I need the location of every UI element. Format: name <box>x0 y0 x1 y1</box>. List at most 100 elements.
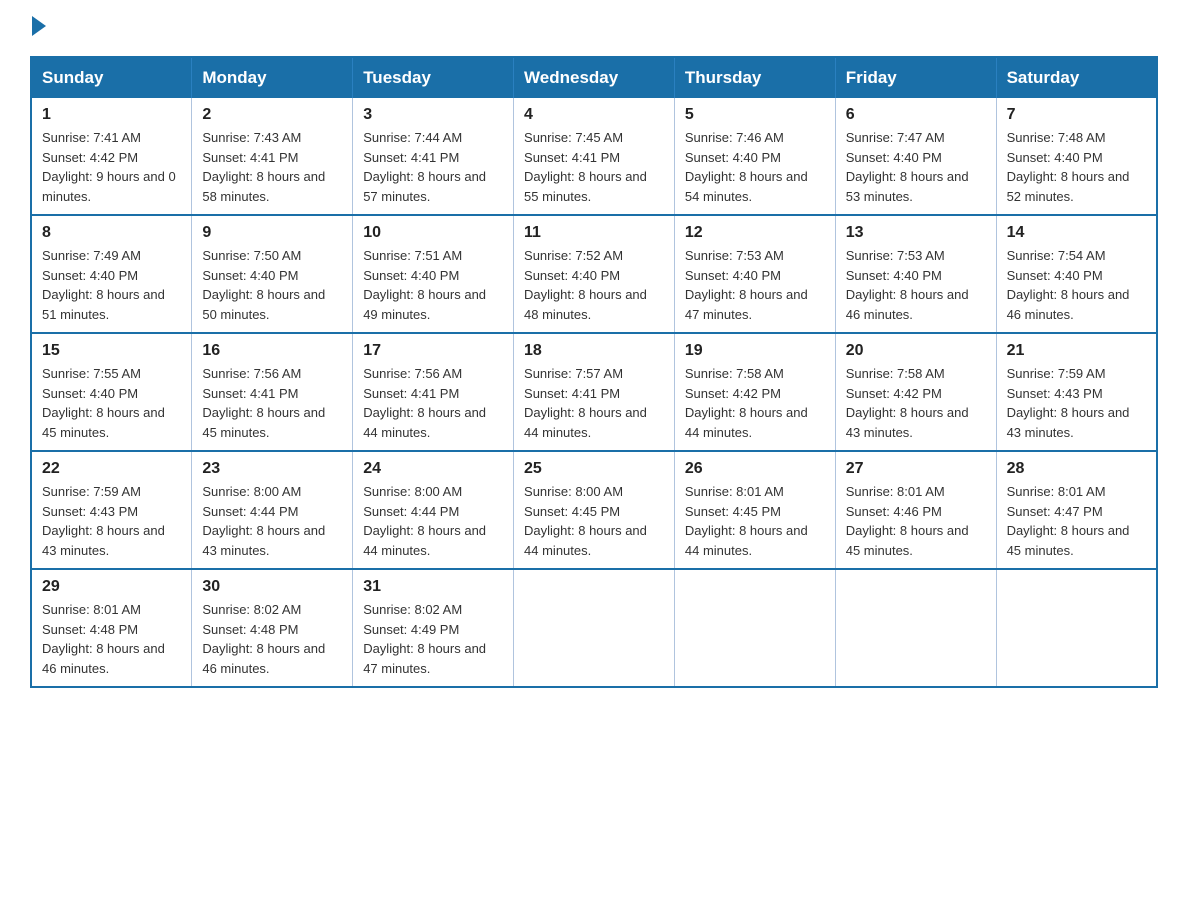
day-number: 21 <box>1007 342 1146 360</box>
calendar-cell: 29 Sunrise: 8:01 AMSunset: 4:48 PMDayligh… <box>31 569 192 687</box>
day-info: Sunrise: 7:53 AMSunset: 4:40 PMDaylight:… <box>846 246 986 324</box>
day-number: 25 <box>524 460 664 478</box>
day-number: 22 <box>42 460 181 478</box>
day-number: 12 <box>685 224 825 242</box>
calendar-cell: 3Sunrise: 7:44 AMSunset: 4:41 PMDaylight… <box>353 98 514 215</box>
page-header <box>30 20 1158 36</box>
day-info: Sunrise: 7:59 AMSunset: 4:43 PMDaylight:… <box>42 482 181 560</box>
day-number: 6 <box>846 106 986 124</box>
day-number: 7 <box>1007 106 1146 124</box>
calendar-cell: 15 Sunrise: 7:55 AMSunset: 4:40 PMDayligh… <box>31 333 192 451</box>
calendar-cell: 7 Sunrise: 7:48 AMSunset: 4:40 PMDaylight… <box>996 98 1157 215</box>
day-info: Sunrise: 7:57 AMSunset: 4:41 PMDaylight:… <box>524 364 664 442</box>
day-info: Sunrise: 7:50 AMSunset: 4:40 PMDaylight:… <box>202 246 342 324</box>
calendar-cell: 24 Sunrise: 8:00 AMSunset: 4:44 PMDayligh… <box>353 451 514 569</box>
calendar-body: 1 Sunrise: 7:41 AMSunset: 4:42 PMDaylight… <box>31 98 1157 687</box>
calendar-cell: 19 Sunrise: 7:58 AMSunset: 4:42 PMDayligh… <box>674 333 835 451</box>
calendar-cell: 27 Sunrise: 8:01 AMSunset: 4:46 PMDayligh… <box>835 451 996 569</box>
day-info: Sunrise: 7:46 AMSunset: 4:40 PMDaylight:… <box>685 128 825 206</box>
calendar-week-row: 22 Sunrise: 7:59 AMSunset: 4:43 PMDayligh… <box>31 451 1157 569</box>
day-info: Sunrise: 7:54 AMSunset: 4:40 PMDaylight:… <box>1007 246 1146 324</box>
day-number: 31 <box>363 578 503 596</box>
day-info: Sunrise: 7:56 AMSunset: 4:41 PMDaylight:… <box>363 364 503 442</box>
calendar-cell: 6Sunrise: 7:47 AMSunset: 4:40 PMDaylight… <box>835 98 996 215</box>
calendar-cell <box>674 569 835 687</box>
calendar-cell: 12 Sunrise: 7:53 AMSunset: 4:40 PMDayligh… <box>674 215 835 333</box>
day-number: 18 <box>524 342 664 360</box>
calendar-cell: 5 Sunrise: 7:46 AMSunset: 4:40 PMDaylight… <box>674 98 835 215</box>
logo <box>30 20 46 36</box>
calendar-cell: 14 Sunrise: 7:54 AMSunset: 4:40 PMDayligh… <box>996 215 1157 333</box>
day-info: Sunrise: 7:56 AMSunset: 4:41 PMDaylight:… <box>202 364 342 442</box>
calendar-cell <box>514 569 675 687</box>
calendar-cell: 25 Sunrise: 8:00 AMSunset: 4:45 PMDayligh… <box>514 451 675 569</box>
calendar-cell: 10 Sunrise: 7:51 AMSunset: 4:40 PMDayligh… <box>353 215 514 333</box>
day-info: Sunrise: 8:01 AMSunset: 4:45 PMDaylight:… <box>685 482 825 560</box>
logo-triangle-icon <box>32 16 46 36</box>
day-number: 23 <box>202 460 342 478</box>
calendar-week-row: 29 Sunrise: 8:01 AMSunset: 4:48 PMDayligh… <box>31 569 1157 687</box>
day-number: 17 <box>363 342 503 360</box>
day-info: Sunrise: 7:43 AMSunset: 4:41 PMDaylight:… <box>202 128 342 206</box>
day-header-wednesday: Wednesday <box>514 57 675 98</box>
day-number: 28 <box>1007 460 1146 478</box>
calendar-cell: 30Sunrise: 8:02 AMSunset: 4:48 PMDayligh… <box>192 569 353 687</box>
day-number: 29 <box>42 578 181 596</box>
calendar-cell <box>996 569 1157 687</box>
calendar-cell: 2 Sunrise: 7:43 AMSunset: 4:41 PMDaylight… <box>192 98 353 215</box>
calendar-cell: 9 Sunrise: 7:50 AMSunset: 4:40 PMDaylight… <box>192 215 353 333</box>
calendar-cell: 22 Sunrise: 7:59 AMSunset: 4:43 PMDayligh… <box>31 451 192 569</box>
calendar-week-row: 15 Sunrise: 7:55 AMSunset: 4:40 PMDayligh… <box>31 333 1157 451</box>
day-number: 24 <box>363 460 503 478</box>
day-info: Sunrise: 8:00 AMSunset: 4:44 PMDaylight:… <box>202 482 342 560</box>
day-number: 11 <box>524 224 664 242</box>
day-number: 5 <box>685 106 825 124</box>
day-number: 14 <box>1007 224 1146 242</box>
day-info: Sunrise: 7:55 AMSunset: 4:40 PMDaylight:… <box>42 364 181 442</box>
day-info: Sunrise: 7:48 AMSunset: 4:40 PMDaylight:… <box>1007 128 1146 206</box>
calendar-cell: 13Sunrise: 7:53 AMSunset: 4:40 PMDayligh… <box>835 215 996 333</box>
day-info: Sunrise: 7:58 AMSunset: 4:42 PMDaylight:… <box>685 364 825 442</box>
day-number: 10 <box>363 224 503 242</box>
day-number: 4 <box>524 106 664 124</box>
day-info: Sunrise: 8:02 AMSunset: 4:49 PMDaylight:… <box>363 600 503 678</box>
calendar-cell: 31 Sunrise: 8:02 AMSunset: 4:49 PMDayligh… <box>353 569 514 687</box>
calendar-cell: 26 Sunrise: 8:01 AMSunset: 4:45 PMDayligh… <box>674 451 835 569</box>
day-number: 27 <box>846 460 986 478</box>
day-info: Sunrise: 8:01 AMSunset: 4:46 PMDaylight:… <box>846 482 986 560</box>
day-info: Sunrise: 8:00 AMSunset: 4:45 PMDaylight:… <box>524 482 664 560</box>
calendar-week-row: 8Sunrise: 7:49 AMSunset: 4:40 PMDaylight… <box>31 215 1157 333</box>
day-info: Sunrise: 8:01 AMSunset: 4:48 PMDaylight:… <box>42 600 181 678</box>
day-info: Sunrise: 7:45 AMSunset: 4:41 PMDaylight:… <box>524 128 664 206</box>
day-info: Sunrise: 7:51 AMSunset: 4:40 PMDaylight:… <box>363 246 503 324</box>
calendar-cell: 8Sunrise: 7:49 AMSunset: 4:40 PMDaylight… <box>31 215 192 333</box>
day-info: Sunrise: 7:53 AMSunset: 4:40 PMDaylight:… <box>685 246 825 324</box>
calendar-cell: 23 Sunrise: 8:00 AMSunset: 4:44 PMDayligh… <box>192 451 353 569</box>
calendar-cell: 28 Sunrise: 8:01 AMSunset: 4:47 PMDayligh… <box>996 451 1157 569</box>
calendar-cell: 18 Sunrise: 7:57 AMSunset: 4:41 PMDayligh… <box>514 333 675 451</box>
calendar-cell <box>835 569 996 687</box>
day-number: 15 <box>42 342 181 360</box>
day-header-thursday: Thursday <box>674 57 835 98</box>
day-number: 26 <box>685 460 825 478</box>
day-info: Sunrise: 7:41 AMSunset: 4:42 PMDaylight:… <box>42 128 181 206</box>
day-number: 8 <box>42 224 181 242</box>
day-number: 30 <box>202 578 342 596</box>
calendar-cell: 21 Sunrise: 7:59 AMSunset: 4:43 PMDayligh… <box>996 333 1157 451</box>
calendar-cell: 11Sunrise: 7:52 AMSunset: 4:40 PMDayligh… <box>514 215 675 333</box>
days-of-week-row: SundayMondayTuesdayWednesdayThursdayFrid… <box>31 57 1157 98</box>
calendar-cell: 16Sunrise: 7:56 AMSunset: 4:41 PMDayligh… <box>192 333 353 451</box>
calendar-cell: 4 Sunrise: 7:45 AMSunset: 4:41 PMDaylight… <box>514 98 675 215</box>
calendar-header: SundayMondayTuesdayWednesdayThursdayFrid… <box>31 57 1157 98</box>
day-info: Sunrise: 8:01 AMSunset: 4:47 PMDaylight:… <box>1007 482 1146 560</box>
day-header-tuesday: Tuesday <box>353 57 514 98</box>
day-number: 9 <box>202 224 342 242</box>
day-header-monday: Monday <box>192 57 353 98</box>
day-info: Sunrise: 8:00 AMSunset: 4:44 PMDaylight:… <box>363 482 503 560</box>
day-number: 1 <box>42 106 181 124</box>
day-number: 19 <box>685 342 825 360</box>
day-header-saturday: Saturday <box>996 57 1157 98</box>
calendar-table: SundayMondayTuesdayWednesdayThursdayFrid… <box>30 56 1158 688</box>
day-info: Sunrise: 7:59 AMSunset: 4:43 PMDaylight:… <box>1007 364 1146 442</box>
day-number: 2 <box>202 106 342 124</box>
